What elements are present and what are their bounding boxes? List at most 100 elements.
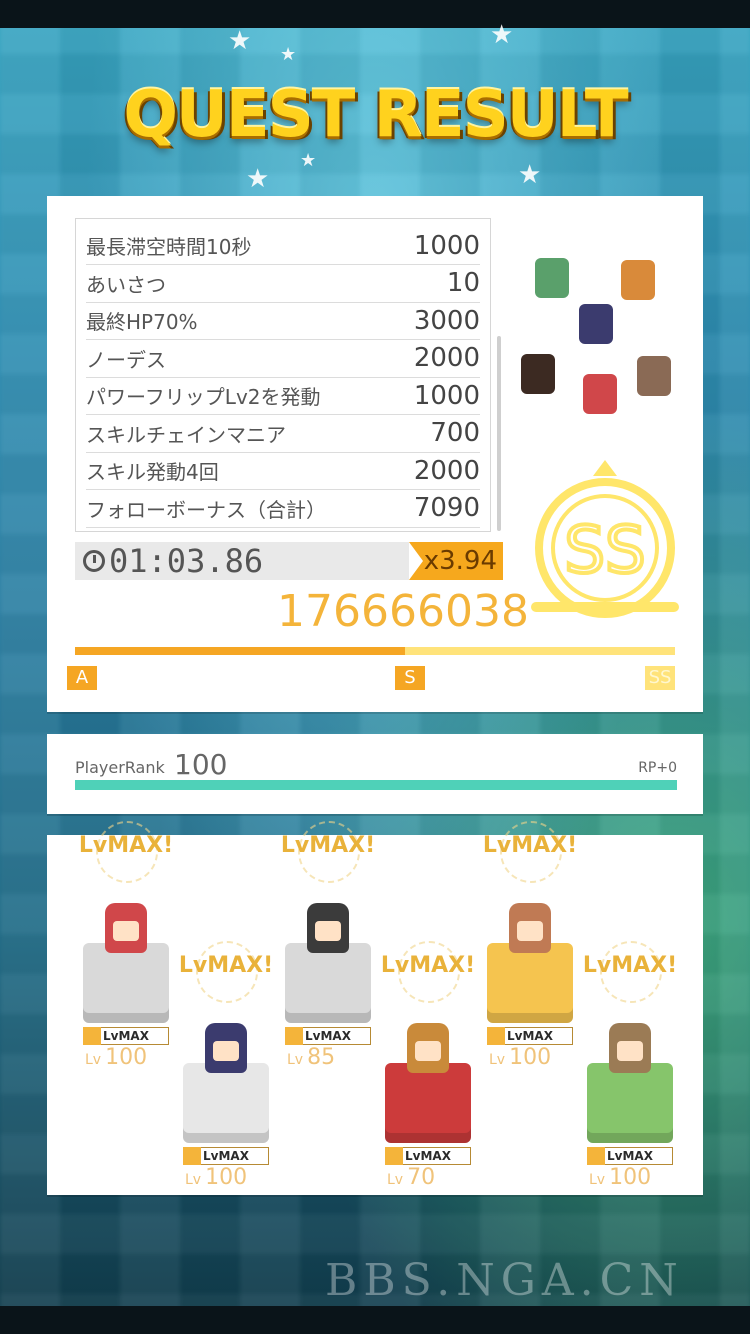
lvmax-banner: LvMAX!: [78, 833, 174, 858]
character-face: [315, 921, 341, 941]
character-face: [113, 921, 139, 941]
lvmax-banner: LvMAX!: [178, 953, 274, 978]
player-rank-bar: [75, 780, 677, 790]
party-unit[interactable]: LvMAX! LvMAX Lv 85: [273, 821, 383, 1070]
clear-time: 01:03.86: [109, 542, 264, 580]
unit-level-prefix: Lv: [387, 1172, 404, 1188]
lvmax-banner: LvMAX!: [380, 953, 476, 978]
character-sprite: [609, 1023, 651, 1073]
score-row-label: あいさつ: [86, 272, 166, 297]
lvmax-badge: LvMAX: [487, 1027, 573, 1045]
sparkle-icon: ★: [518, 160, 542, 190]
party-member-icon: [621, 260, 655, 300]
sparkle-icon: ★: [280, 44, 297, 65]
clear-time-box: 01:03.86: [75, 542, 409, 580]
party-unit[interactable]: LvMAX! LvMAX Lv 100: [71, 821, 181, 1070]
quest-result-title: QUEST RESULT: [123, 78, 628, 152]
bottom-frame: [0, 1306, 750, 1334]
gauge-mark-s: S: [395, 666, 425, 690]
sparkle-icon: ★: [300, 150, 317, 171]
unit-level-value: 100: [609, 1165, 652, 1190]
gauge-mark-a: A: [67, 666, 97, 690]
score-row: パワーフリップLv2を発動 1000: [86, 377, 480, 415]
unit-level: Lv 100: [185, 1165, 247, 1190]
player-rank-value: 100: [174, 748, 228, 781]
party-member-icon: [637, 356, 671, 396]
score-row: 最長滞空時間10秒 1000: [86, 227, 480, 265]
unit-level-value: 100: [205, 1165, 248, 1190]
score-row: 最終HP70% 3000: [86, 302, 480, 340]
score-row: フォローボーナス（合計） 7090: [86, 490, 480, 528]
party-panel: LvMAX! LvMAX Lv 100 LvMAX! LvMAX Lv 100 LvMAX! Lv…: [47, 821, 703, 1195]
unit-pedestal: [83, 943, 169, 1023]
unit-level-value: 70: [407, 1165, 436, 1190]
rank-points-gain: RP+0: [638, 760, 677, 776]
score-row-label: 最終HP70%: [86, 310, 198, 334]
score-row-value: 7090: [413, 493, 480, 523]
character-sprite: [205, 1023, 247, 1073]
unit-pedestal: [587, 1063, 673, 1143]
results-panel: 最長滞空時間10秒 1000 あいさつ 10 最終HP70% 3000 ノーデス 2000 パワ…: [47, 196, 703, 712]
unit-level-prefix: Lv: [185, 1172, 202, 1188]
score-row-value: 700: [430, 418, 480, 448]
lvmax-badge: LvMAX: [183, 1147, 269, 1165]
unit-level-prefix: Lv: [287, 1052, 304, 1068]
score-multiplier: x3.94: [409, 542, 503, 580]
lvmax-badge: LvMAX: [285, 1027, 371, 1045]
score-row-value: 3000: [413, 305, 480, 336]
player-rank-label: PlayerRank: [75, 758, 165, 777]
score-row-label: スキルチェインマニア: [86, 422, 286, 447]
score-row-label: パワーフリップLv2を発動: [86, 385, 321, 409]
sparkle-icon: ★: [246, 164, 270, 194]
party-unit[interactable]: LvMAX! LvMAX Lv 100: [575, 941, 685, 1190]
score-list-scrollbar[interactable]: [497, 336, 501, 531]
score-breakdown-list[interactable]: 最長滞空時間10秒 1000 あいさつ 10 最終HP70% 3000 ノーデス 2000 パワ…: [75, 218, 491, 532]
score-row-value: 1000: [413, 380, 480, 411]
unit-level: Lv 100: [589, 1165, 651, 1190]
unit-pedestal: [183, 1063, 269, 1143]
rank-gauge-fill: [75, 647, 405, 655]
party-member-icon: [579, 304, 613, 344]
unit-level-value: 100: [105, 1045, 148, 1070]
character-face: [213, 1041, 239, 1061]
gauge-mark-ss: SS: [645, 666, 675, 690]
party-member-icon: [521, 354, 555, 394]
character-sprite: [509, 903, 551, 953]
score-row-value: 2000: [413, 455, 480, 486]
party-member-icon: [583, 374, 617, 414]
character-face: [415, 1041, 441, 1061]
score-row: あいさつ 10: [86, 265, 480, 303]
character-sprite: [407, 1023, 449, 1073]
lvmax-banner: LvMAX!: [280, 833, 376, 858]
character-face: [517, 921, 543, 941]
unit-level-value: 100: [509, 1045, 552, 1070]
score-row-value: 10: [446, 268, 480, 298]
unit-level: Lv 85: [287, 1045, 335, 1070]
lvmax-badge: LvMAX: [385, 1147, 471, 1165]
party-unit[interactable]: LvMAX! LvMAX Lv 70: [373, 941, 483, 1190]
score-row-value: 2000: [413, 343, 480, 373]
total-score: 176666038: [277, 586, 529, 637]
sparkle-icon: ★: [490, 20, 514, 50]
player-rank-panel: PlayerRank 100 RP+0: [47, 734, 703, 814]
score-row: ノーデス 2000: [86, 340, 480, 378]
score-row: スキルチェインマニア 700: [86, 415, 480, 453]
lvmax-badge: LvMAX: [587, 1147, 673, 1165]
unit-pedestal: [385, 1063, 471, 1143]
lvmax-badge: LvMAX: [83, 1027, 169, 1045]
score-row-label: フォローボーナス（合計）: [86, 497, 326, 522]
unit-level-value: 85: [307, 1045, 336, 1070]
party-unit[interactable]: LvMAX! LvMAX Lv 100: [475, 821, 585, 1070]
unit-level-prefix: Lv: [85, 1052, 102, 1068]
score-row: スキル発動4回 2000: [86, 452, 480, 490]
character-face: [617, 1041, 643, 1061]
score-row-label: 最長滞空時間10秒: [86, 235, 252, 259]
party-member-icon: [535, 258, 569, 298]
party-unit[interactable]: LvMAX! LvMAX Lv 100: [171, 941, 281, 1190]
ss-rank-medal: SS: [531, 460, 679, 618]
character-sprite: [105, 903, 147, 953]
unit-level: Lv 70: [387, 1165, 435, 1190]
score-row-value: 1000: [413, 230, 480, 261]
unit-pedestal: [285, 943, 371, 1023]
unit-level: Lv 100: [85, 1045, 147, 1070]
